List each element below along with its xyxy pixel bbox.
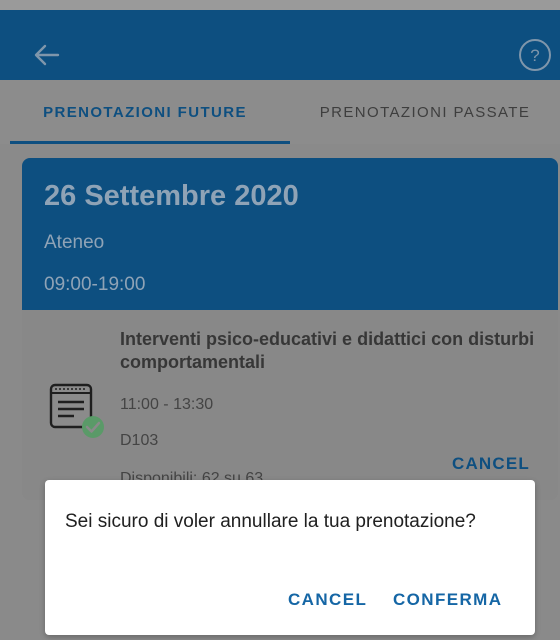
status-bar — [0, 0, 560, 10]
course-room: D103 — [120, 432, 159, 449]
cancel-booking-button[interactable]: CANCEL — [452, 454, 530, 474]
dialog-message: Sei sicuro di voler annullare la tua pre… — [65, 511, 476, 532]
course-time: 11:00 - 13:30 — [120, 396, 214, 413]
svg-text:?: ? — [530, 46, 539, 65]
help-icon[interactable]: ? — [518, 38, 552, 72]
booking-card: 26 Settembre 2020 Ateneo 09:00-19:00 Int… — [22, 158, 558, 500]
booking-hours: 09:00-19:00 — [44, 274, 146, 295]
back-arrow-icon[interactable] — [34, 44, 60, 66]
tab-bar: PRENOTAZIONI FUTURE PRENOTAZIONI PASSATE — [0, 80, 560, 144]
tab-future-bookings[interactable]: PRENOTAZIONI FUTURE — [0, 80, 290, 144]
app-bar: ? — [0, 10, 560, 80]
tab-past-bookings[interactable]: PRENOTAZIONI PASSATE — [290, 80, 560, 144]
booking-date: 26 Settembre 2020 — [44, 180, 299, 212]
tab-indicator — [10, 141, 290, 144]
booking-card-header: 26 Settembre 2020 Ateneo 09:00-19:00 — [22, 158, 558, 310]
booking-place: Ateneo — [44, 232, 105, 253]
dialog-confirm-button[interactable]: CONFERMA — [393, 590, 502, 610]
document-check-icon — [49, 383, 104, 438]
confirm-dialog: Sei sicuro di voler annullare la tua pre… — [45, 480, 535, 635]
course-title: Interventi psico-educativi e didattici c… — [120, 329, 535, 372]
dialog-cancel-button[interactable]: CANCEL — [288, 590, 367, 610]
